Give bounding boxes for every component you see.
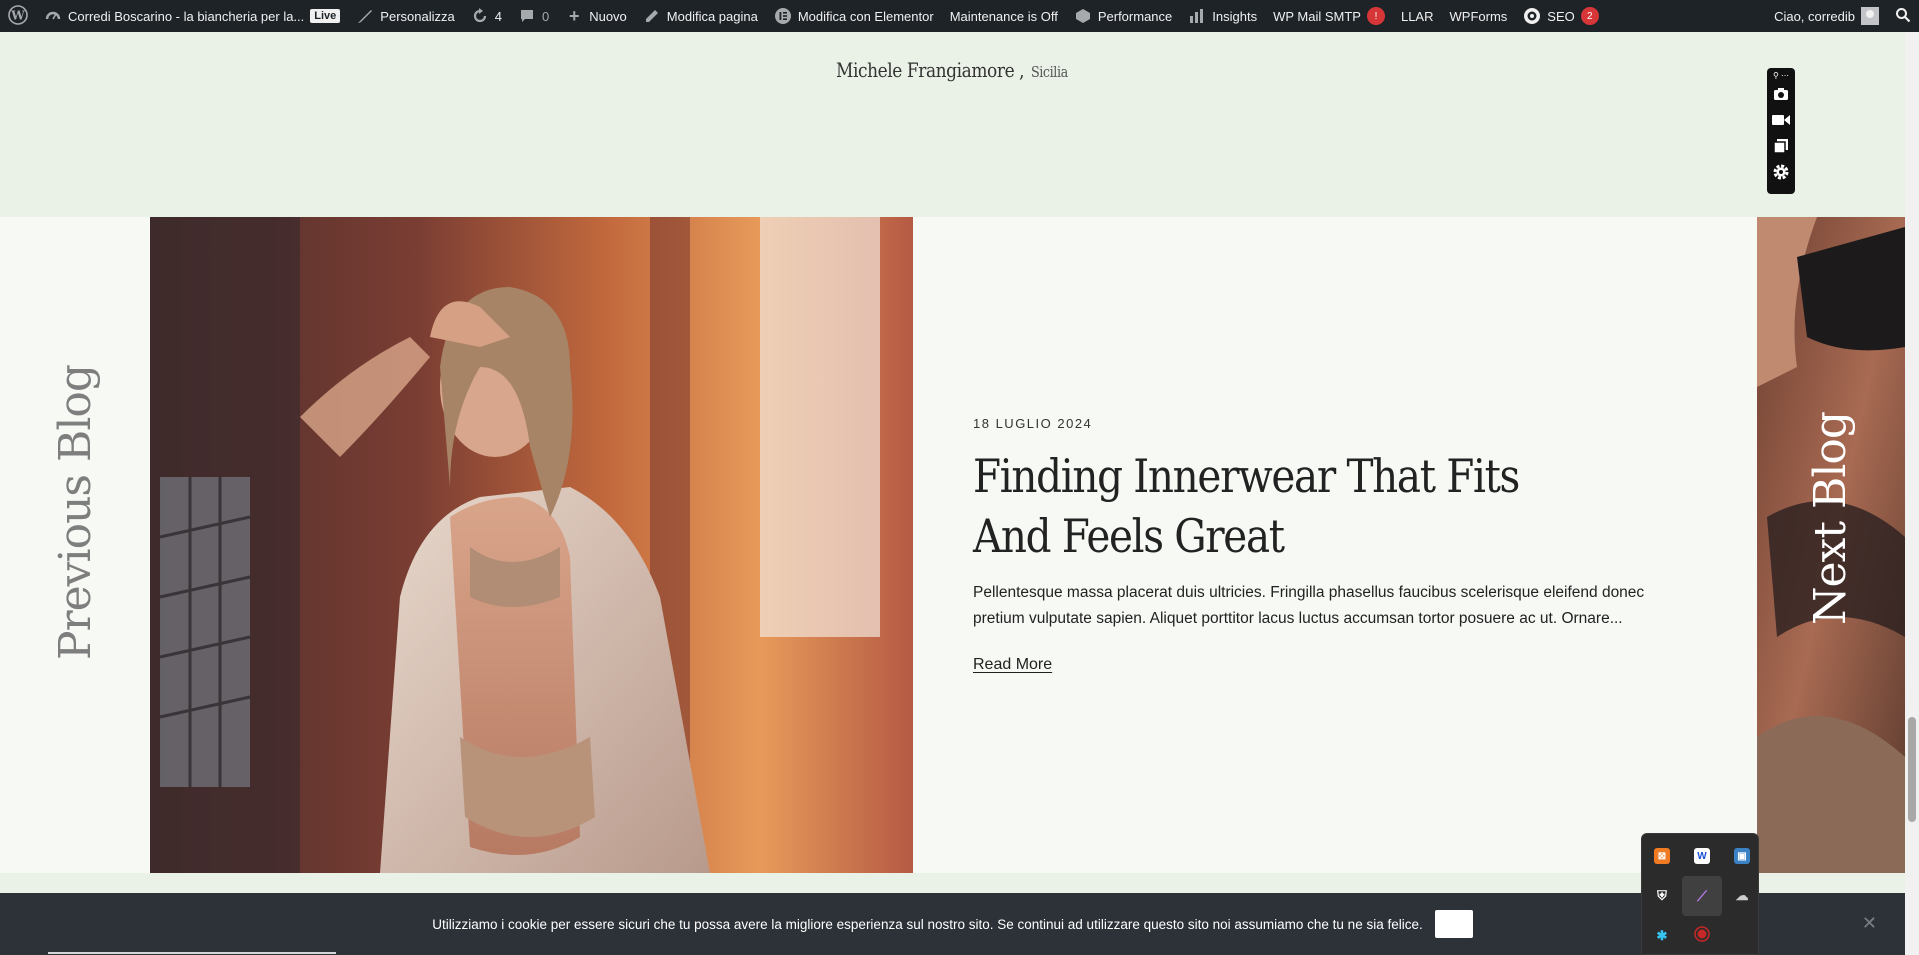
toolbar-menu-icon[interactable]: ⚲ ⋯ [1773,72,1789,80]
insights-label: Insights [1212,8,1258,24]
updates-link[interactable]: 4 [463,0,510,32]
pencil-icon [643,7,661,25]
wp-mail-smtp-menu[interactable]: WP Mail SMTP ! [1265,0,1393,32]
seo-count-badge: 2 [1580,7,1599,25]
edit-with-elementor-label: Modifica con Elementor [797,8,934,24]
brush-icon [356,7,374,25]
tray-security[interactable]: ⛨ [1642,876,1682,916]
insights-menu[interactable]: Insights [1180,0,1265,32]
post-title[interactable]: Finding Innerwear That Fits And Feels Gr… [973,446,1589,566]
windows-icon [1773,138,1789,159]
tray-cloud-off[interactable]: ☁ [1722,876,1762,916]
new-label: Nuovo [589,8,627,24]
refresh-icon [471,7,489,25]
tray-display[interactable]: ▣ [1722,836,1762,876]
llar-menu[interactable]: LLAR [1393,0,1442,32]
site-name-label: Corredi Boscarino - la biancheria per la… [68,8,305,24]
elementor-icon [774,7,792,25]
cookie-close-icon[interactable]: ✕ [1862,913,1877,934]
updates-count: 4 [494,8,502,24]
taskbar-indicator [48,952,336,954]
maintenance-label: Maintenance is Off [949,8,1058,24]
video-record-button[interactable] [1771,112,1791,132]
svg-text:W: W [10,8,25,22]
performance-icon [1074,7,1092,25]
gear-icon [1772,163,1790,186]
author-name: Michele Frangiamore , [836,58,1025,82]
tray-xampp[interactable]: ⊠ [1642,836,1682,876]
performance-label: Performance [1097,8,1173,24]
post-featured-image[interactable] [150,217,913,873]
customize-link[interactable]: Personalizza [348,0,462,32]
comments-link[interactable]: 0 [510,0,557,32]
cloud-off-icon: ☁ [1735,888,1749,903]
writer-icon: W [1694,848,1710,864]
display-icon: ▣ [1734,848,1750,864]
comment-icon [518,7,536,25]
wp-mail-smtp-alert-badge: ! [1366,7,1385,25]
settings-button[interactable] [1771,164,1791,184]
post-excerpt: Pellentesque massa placerat duis ultrici… [973,584,1645,627]
search-icon [1895,7,1911,26]
author-region: Sicilia [1030,63,1068,81]
video-camera-icon [1772,113,1790,131]
admin-bar: W Corredi Boscarino - la biancheria per … [0,0,1919,32]
seo-menu[interactable]: SEO 2 [1515,0,1606,32]
system-tray-popup: ⊠ W ▣ ⛨ ⟋ ☁ ✱ [1641,833,1759,955]
avatar [1861,7,1879,25]
screen-capture-toolbar: ⚲ ⋯ [1767,68,1795,194]
account-menu[interactable]: Ciao, corredib [1766,0,1887,32]
camera-icon [1773,87,1789,106]
camera-button[interactable] [1771,86,1791,106]
live-badge: Live [310,9,341,23]
slack-icon: ✱ [1656,928,1668,943]
wp-mail-smtp-label: WP Mail SMTP [1273,8,1361,24]
shield-warning-icon: ⛨ [1657,888,1667,903]
lingerie-photo [150,217,913,873]
performance-menu[interactable]: Performance [1066,0,1180,32]
seo-gear-icon [1523,7,1541,25]
tray-writer[interactable]: W [1682,836,1722,876]
xampp-icon: ⊠ [1654,848,1670,864]
scrollbar-thumb[interactable] [1908,717,1916,822]
cookie-accept-button[interactable] [1434,910,1473,938]
llar-label: LLAR [1400,8,1434,24]
wordpress-logo-icon: W [8,4,28,28]
previous-blog-link[interactable]: Previous Blog [50,365,101,660]
feather-icon: ⟋ [1697,887,1707,904]
search-button[interactable] [1887,0,1919,32]
edit-page-label: Modifica pagina [666,8,758,24]
edit-with-elementor-link[interactable]: Modifica con Elementor [766,0,942,32]
tray-slack[interactable]: ✱ [1642,916,1682,955]
wordpress-logo-button[interactable]: W [0,0,36,32]
cookie-message: Utilizziamo i cookie per essere sicuri c… [432,916,1423,932]
customize-label: Personalizza [380,8,455,24]
section-bottom-strip [0,873,1905,893]
page-scrollbar[interactable] [1905,32,1919,955]
comments-count: 0 [541,8,550,24]
post-date: 18 LUGLIO 2024 [973,416,1093,431]
tray-recorder[interactable] [1682,916,1722,955]
record-icon [1694,925,1710,947]
seo-label: SEO [1547,8,1575,24]
maintenance-status-link[interactable]: Maintenance is Off [942,0,1066,32]
plus-icon: + [568,5,580,26]
greeting-label: Ciao, corredib [1774,8,1855,24]
wpforms-label: WPForms [1449,8,1508,24]
new-content-menu[interactable]: + Nuovo [557,0,635,32]
author-line: Michele Frangiamore , Sicilia [836,58,1068,82]
bar-chart-icon [1188,7,1206,25]
site-name-menu[interactable]: Corredi Boscarino - la biancheria per la… [36,0,348,32]
next-blog-link[interactable]: Next Blog [1805,412,1856,625]
windows-capture-button[interactable] [1771,138,1791,158]
wpforms-menu[interactable]: WPForms [1442,0,1516,32]
dashboard-icon [44,7,62,25]
read-more-link[interactable]: Read More [973,656,1052,674]
edit-page-link[interactable]: Modifica pagina [635,0,766,32]
tray-feather[interactable]: ⟋ [1682,876,1722,916]
cookie-consent-bar: Utilizziamo i cookie per essere sicuri c… [0,893,1905,955]
